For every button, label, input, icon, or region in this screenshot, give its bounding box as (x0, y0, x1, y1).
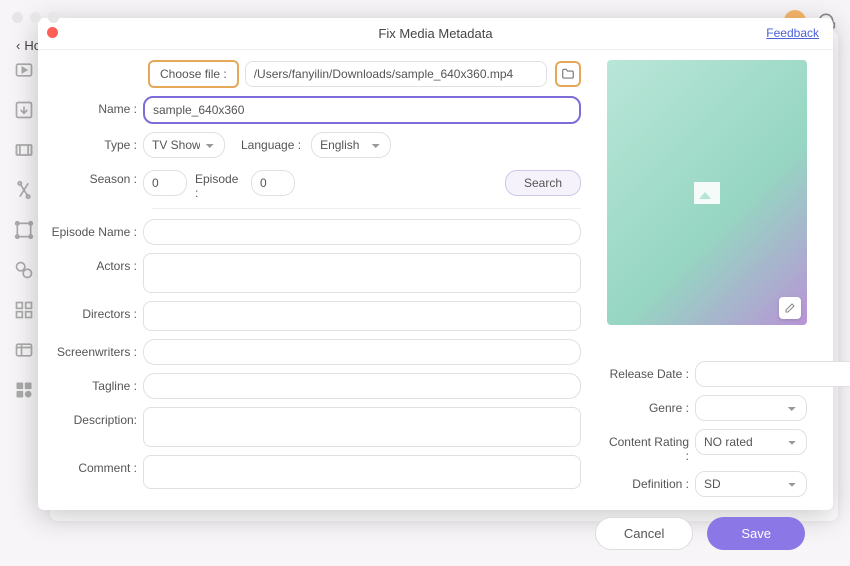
screenwriters-label: Screenwriters : (48, 339, 143, 359)
content-rating-label: Content Rating : (607, 429, 695, 463)
comment-label: Comment : (48, 455, 143, 475)
language-select[interactable]: English (311, 132, 391, 158)
file-path-input[interactable] (245, 61, 547, 87)
episode-name-input[interactable] (143, 219, 581, 245)
actors-row: Actors : (48, 253, 581, 293)
window-controls (12, 12, 59, 23)
season-label: Season : (48, 166, 143, 186)
image-placeholder-icon (694, 182, 720, 204)
name-label: Name : (48, 96, 143, 116)
episode-name-row: Episode Name : (48, 219, 581, 245)
tagline-row: Tagline : (48, 373, 581, 399)
definition-label: Definition : (607, 471, 695, 491)
modal-title: Fix Media Metadata (38, 18, 833, 50)
content-rating-select[interactable]: NO rated (695, 429, 807, 455)
cancel-button[interactable]: Cancel (595, 517, 693, 550)
traffic-light-close[interactable] (12, 12, 23, 23)
choose-file-button[interactable]: Choose file : (148, 60, 239, 88)
directors-input[interactable] (143, 301, 581, 331)
modal-footer: Cancel Save (38, 505, 833, 566)
genre-select[interactable] (695, 395, 807, 421)
modal-backdrop: Fix Media Metadata Feedback Choose file … (0, 0, 850, 527)
genre-label: Genre : (607, 395, 695, 415)
season-row: Season : Episode : Search (48, 166, 581, 200)
season-input[interactable] (143, 170, 187, 196)
comment-row: Comment : (48, 455, 581, 489)
release-date-row: Release Date : (607, 361, 807, 387)
directors-label: Directors : (48, 301, 143, 321)
file-row: Choose file : (48, 60, 581, 88)
comment-input[interactable] (143, 455, 581, 489)
modal-left-column: Choose file : Name : Type : TV Shows Lan… (48, 60, 581, 505)
search-button[interactable]: Search (505, 170, 581, 196)
actors-label: Actors : (48, 253, 143, 273)
traffic-light-min[interactable] (30, 12, 41, 23)
description-row: Description: (48, 407, 581, 447)
release-date-input[interactable] (695, 361, 850, 387)
edit-icon (784, 302, 796, 314)
metadata-modal: Fix Media Metadata Feedback Choose file … (38, 18, 833, 510)
genre-row: Genre : (607, 395, 807, 421)
episode-label: Episode : (195, 166, 243, 200)
modal-right-column: Release Date : Genre : Content Rating : … (607, 60, 807, 505)
folder-icon (561, 67, 575, 81)
directors-row: Directors : (48, 301, 581, 331)
screenwriters-row: Screenwriters : (48, 339, 581, 365)
poster-preview (607, 60, 807, 325)
tagline-input[interactable] (143, 373, 581, 399)
open-folder-button[interactable] (555, 61, 581, 87)
poster-edit-button[interactable] (779, 297, 801, 319)
screenwriters-input[interactable] (143, 339, 581, 365)
definition-select[interactable]: SD (695, 471, 807, 497)
divider (152, 208, 581, 209)
feedback-link[interactable]: Feedback (766, 26, 819, 40)
content-rating-row: Content Rating : NO rated (607, 429, 807, 463)
episode-name-label: Episode Name : (48, 219, 143, 239)
type-label: Type : (48, 132, 143, 152)
name-row: Name : (48, 96, 581, 124)
description-input[interactable] (143, 407, 581, 447)
modal-close-button[interactable] (47, 27, 58, 38)
traffic-light-max[interactable] (48, 12, 59, 23)
name-input[interactable] (143, 96, 581, 124)
description-label: Description: (48, 407, 143, 427)
type-row: Type : TV Shows Language : English (48, 132, 581, 158)
save-button[interactable]: Save (707, 517, 805, 550)
definition-row: Definition : SD (607, 471, 807, 497)
release-date-label: Release Date : (607, 361, 695, 381)
type-select[interactable]: TV Shows (143, 132, 225, 158)
actors-input[interactable] (143, 253, 581, 293)
tagline-label: Tagline : (48, 373, 143, 393)
episode-input[interactable] (251, 170, 295, 196)
language-label: Language : (233, 138, 303, 152)
